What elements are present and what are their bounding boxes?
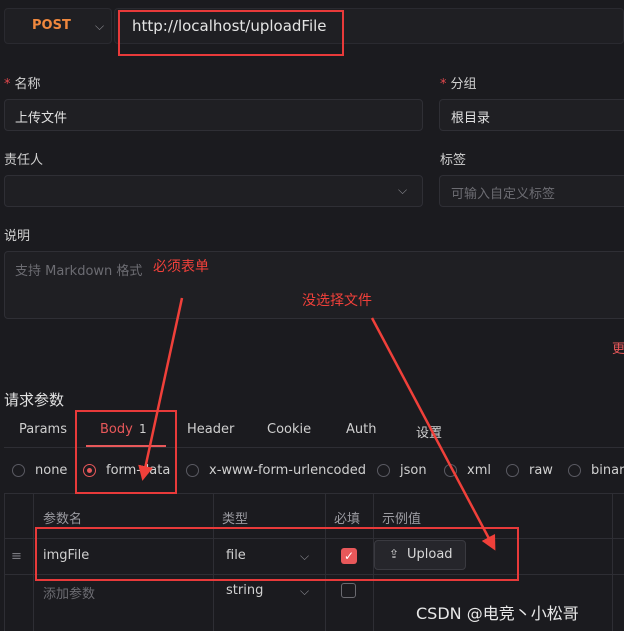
arrow-to-upload — [370, 317, 496, 551]
arrow-to-form-data — [138, 297, 184, 481]
annotation-arrows — [138, 297, 496, 551]
csdn-watermark: CSDN @电竞丶小松哥 — [416, 604, 579, 623]
